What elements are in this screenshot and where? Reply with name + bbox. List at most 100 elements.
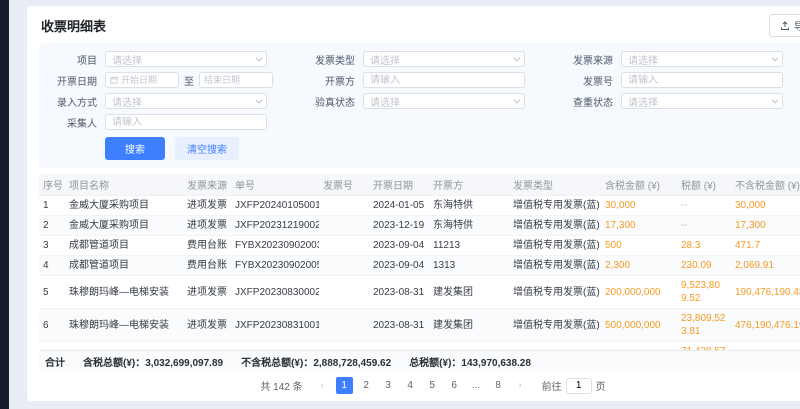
table-cell: 1,500,000,000 xyxy=(601,342,677,351)
totals-tax-incl-value: 3,032,699,097.89 xyxy=(145,358,223,369)
totals-tax: 总税额(¥)：143,970,638.28 xyxy=(409,354,531,369)
column-header: 税额 (¥) xyxy=(677,174,731,196)
table-cell: 2023-08-31 xyxy=(369,309,429,342)
clear-search-button[interactable]: 清空搜索 xyxy=(175,137,239,160)
filter-field-invoice-type: 发票类型 请选择 xyxy=(303,51,561,67)
invoice-source-select[interactable]: 请选择 xyxy=(621,51,783,67)
table-cell: 费用台账 xyxy=(183,256,231,276)
table-cell: 2023-08-31 xyxy=(369,276,429,309)
page-button[interactable]: 1 xyxy=(336,377,353,394)
export-button[interactable]: 导出 xyxy=(769,14,800,37)
prev-page-button[interactable]: ‹ xyxy=(314,377,331,394)
table-cell xyxy=(319,216,369,236)
column-header: 含税金额 (¥) xyxy=(601,174,677,196)
goto-suffix: 页 xyxy=(596,378,606,393)
chevron-down-icon xyxy=(771,96,778,103)
page-button[interactable]: 4 xyxy=(402,377,419,394)
table-cell: 珠穆朗玛峰—电梯安装 xyxy=(65,309,183,342)
invoice-source-label: 发票来源 xyxy=(561,52,613,67)
table-cell: 190,476,190.48 xyxy=(731,276,800,309)
table-cell: 金威大厦采购项目 xyxy=(65,196,183,216)
filter-panel: 项目 请选择 发票类型 请选择 发票来源 xyxy=(39,43,800,168)
invoice-date-start[interactable] xyxy=(105,72,179,88)
goto-page: 前往 页 xyxy=(542,378,606,394)
page-button[interactable]: 2 xyxy=(358,377,375,394)
entry-method-label: 录入方式 xyxy=(45,94,97,109)
table-cell: 2,069.91 xyxy=(731,256,800,276)
goto-page-input[interactable] xyxy=(566,378,592,394)
column-header: 单号 xyxy=(231,174,319,196)
table-cell: 17,300 xyxy=(731,216,800,236)
table-cell: 4 xyxy=(39,256,65,276)
table-cell: 28.3 xyxy=(677,236,731,256)
search-button[interactable]: 搜索 xyxy=(105,137,165,160)
collapsed-sidebar[interactable] xyxy=(0,0,9,409)
invoice-type-placeholder: 请选择 xyxy=(370,52,400,67)
table-header-row: 序号项目名称发票来源单号发票号开票日期开票方发票类型含税金额 (¥)税额 (¥)… xyxy=(39,174,800,196)
totals-tax-incl: 含税总额(¥)：3,032,699,097.89 xyxy=(83,354,223,369)
table-cell: 471.7 xyxy=(731,236,800,256)
page-button[interactable]: 8 xyxy=(490,377,507,394)
filter-grid: 项目 请选择 发票类型 请选择 发票来源 xyxy=(45,51,800,130)
verify-status-placeholder: 请选择 xyxy=(370,94,400,109)
start-date-input[interactable] xyxy=(121,75,174,85)
totals-tax-value: 143,970,638.28 xyxy=(461,358,531,369)
filter-field-entry-method: 录入方式 请选择 xyxy=(45,93,303,109)
chevron-down-icon xyxy=(513,96,520,103)
date-range-separator: 至 xyxy=(184,73,194,88)
table-row: 5珠穆朗玛峰—电梯安装进项发票JXFP202308300022023-08-31… xyxy=(39,276,800,309)
table-cell: FYBX20230902005 xyxy=(231,256,319,276)
table-cell: 进项发票 xyxy=(183,342,231,351)
filter-field-verify-status: 验真状态 请选择 xyxy=(303,93,561,109)
table-cell: 230.09 xyxy=(677,256,731,276)
table-cell: 500 xyxy=(601,236,677,256)
collector-input[interactable] xyxy=(105,114,267,130)
table-cell: 2023-08-30 xyxy=(369,342,429,351)
table-row: 3成都管道项目费用台账FYBX202309020032023-09-041121… xyxy=(39,236,800,256)
next-page-button[interactable]: › xyxy=(512,377,529,394)
page-button[interactable]: 6 xyxy=(446,377,463,394)
issuer-input[interactable] xyxy=(363,72,525,88)
table-cell: 进项发票 xyxy=(183,309,231,342)
column-header: 开票日期 xyxy=(369,174,429,196)
verify-status-select[interactable]: 请选择 xyxy=(363,93,525,109)
table-cell: 2023-09-04 xyxy=(369,236,429,256)
table-cell: 东海特供 xyxy=(429,216,509,236)
table-cell: 增值税专用发票(蓝) xyxy=(509,256,601,276)
invoice-no-input[interactable] xyxy=(621,72,783,88)
invoice-date-end[interactable] xyxy=(199,72,273,88)
invoice-source-placeholder: 请选择 xyxy=(628,52,658,67)
table-wrap: 序号项目名称发票来源单号发票号开票日期开票方发票类型含税金额 (¥)税额 (¥)… xyxy=(39,174,800,350)
page-title: 收票明细表 xyxy=(41,16,106,35)
filter-field-collector: 采集人 xyxy=(45,114,303,130)
table-cell: 建发集团 xyxy=(429,309,509,342)
table-cell: FYBX20230902003 xyxy=(231,236,319,256)
table-cell: 3 xyxy=(39,236,65,256)
page-button[interactable]: 3 xyxy=(380,377,397,394)
entry-method-select[interactable]: 请选择 xyxy=(105,93,267,109)
project-select[interactable]: 请选择 xyxy=(105,51,267,67)
column-header: 序号 xyxy=(39,174,65,196)
table-cell: 71,438,571.43 xyxy=(677,342,731,351)
invoice-type-select[interactable]: 请选择 xyxy=(363,51,525,67)
table-cell: JXFP20230831001 xyxy=(231,309,319,342)
table-cell: JXFP20231219002 xyxy=(231,216,319,236)
page-ellipsis[interactable]: ... xyxy=(468,377,485,394)
table-cell xyxy=(319,276,369,309)
table-cell: 6 xyxy=(39,309,65,342)
chevron-down-icon xyxy=(255,54,262,61)
dup-check-status-select[interactable]: 请选择 xyxy=(621,93,783,109)
app-root: 收票明细表 导出 项目 请选择 xyxy=(0,0,800,409)
table-cell: 30,000 xyxy=(731,196,800,216)
table-cell: JXFP20230830002 xyxy=(231,276,319,309)
table-cell: 7 xyxy=(39,342,65,351)
table-cell: 进项发票 xyxy=(183,196,231,216)
table-cell xyxy=(319,256,369,276)
table-cell: 2023-12-19 xyxy=(369,216,429,236)
end-date-input[interactable] xyxy=(204,75,268,85)
table-cell xyxy=(319,196,369,216)
table-cell: 金威大厦采购项目 xyxy=(65,216,183,236)
page-button[interactable]: 5 xyxy=(424,377,441,394)
table-cell: 23,809,523.81 xyxy=(677,309,731,342)
filter-actions: 搜索 清空搜索 xyxy=(45,137,800,160)
